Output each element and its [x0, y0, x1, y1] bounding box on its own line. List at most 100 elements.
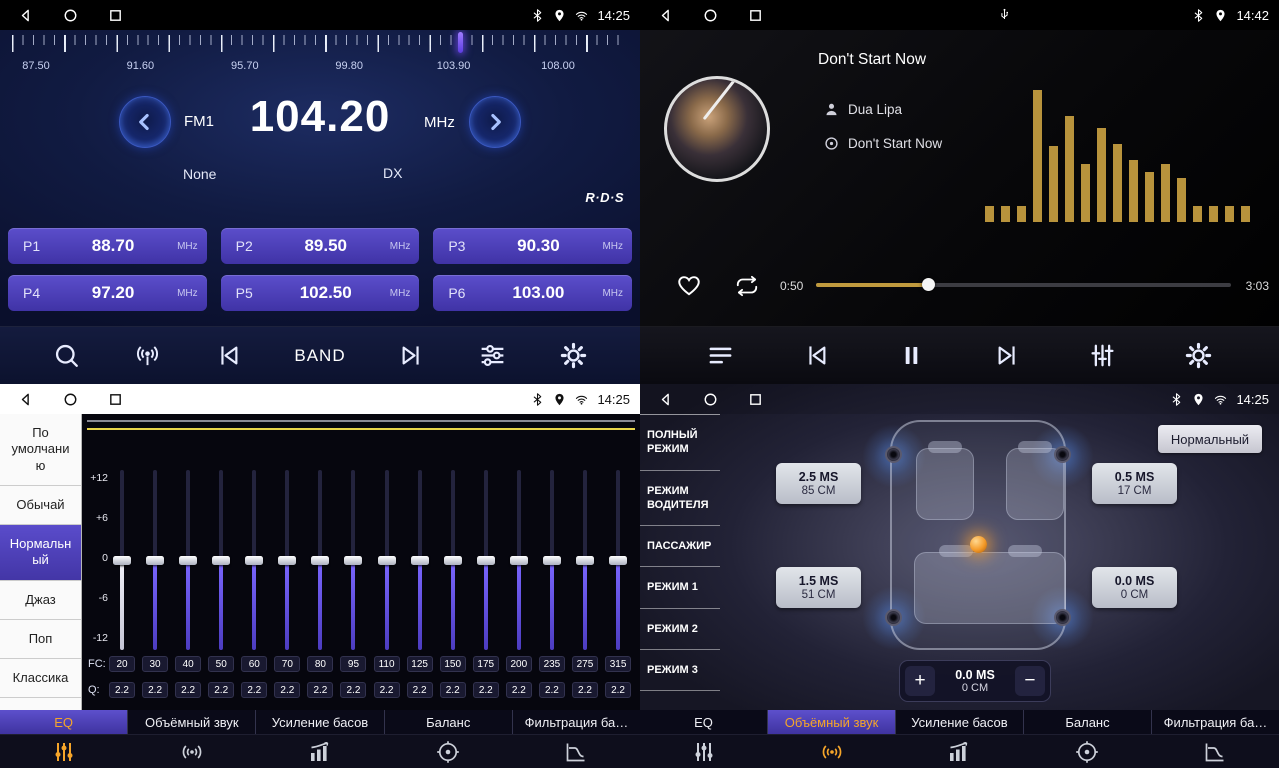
- slider-handle[interactable]: [212, 556, 230, 565]
- back-icon[interactable]: [18, 392, 33, 407]
- slider-handle[interactable]: [245, 556, 263, 565]
- tune-up-button[interactable]: [469, 96, 521, 148]
- eq-band-slider-200[interactable]: [509, 470, 529, 650]
- slider-handle[interactable]: [477, 556, 495, 565]
- favorite-heart-icon[interactable]: [676, 272, 702, 298]
- eq-preset-item-5[interactable]: Поп: [0, 620, 81, 659]
- eq-band-slider-60[interactable]: [244, 470, 264, 650]
- home-icon[interactable]: [63, 8, 78, 23]
- delay-front-left-button[interactable]: 2.5 MS 85 CM: [776, 463, 861, 504]
- tab-surround-sound[interactable]: Объёмный звук: [768, 710, 896, 734]
- seek-bar-thumb[interactable]: [922, 278, 935, 291]
- recents-icon[interactable]: [748, 392, 763, 407]
- broadcast-icon[interactable]: [133, 341, 162, 370]
- eq-preset-item-1[interactable]: По умолчанию: [0, 414, 81, 486]
- preset-button-p6[interactable]: P6103.00MHz: [433, 275, 632, 311]
- tab-filter[interactable]: Фильтрация ба…: [513, 710, 640, 734]
- balance-tab-icon[interactable]: [384, 740, 512, 764]
- eq-band-slider-315[interactable]: [608, 470, 628, 650]
- mode-item-1[interactable]: ПОЛНЫЙ РЕЖИМ: [640, 415, 720, 471]
- eq-band-slider-20[interactable]: [112, 470, 132, 650]
- frequency-ruler[interactable]: 87.5091.6095.7099.80103.90108.00: [0, 32, 640, 78]
- eq-preset-item-2[interactable]: Обычай: [0, 486, 81, 525]
- previous-track-icon[interactable]: [214, 341, 243, 370]
- tab-eq[interactable]: EQ: [640, 710, 768, 734]
- next-track-icon[interactable]: [397, 341, 426, 370]
- back-icon[interactable]: [658, 392, 673, 407]
- eq-band-slider-40[interactable]: [178, 470, 198, 650]
- filter-tab-icon[interactable]: [512, 740, 640, 764]
- slider-handle[interactable]: [576, 556, 594, 565]
- tab-balance[interactable]: Баланс: [385, 710, 513, 734]
- home-icon[interactable]: [63, 392, 78, 407]
- eq-preset-item-6[interactable]: Классика: [0, 659, 81, 698]
- eq-band-slider-125[interactable]: [410, 470, 430, 650]
- eq-band-slider-235[interactable]: [542, 470, 562, 650]
- mode-item-6[interactable]: РЕЖИМ 3: [640, 650, 720, 691]
- seek-bar[interactable]: [816, 283, 1231, 287]
- mode-item-5[interactable]: РЕЖИМ 2: [640, 609, 720, 650]
- pause-icon[interactable]: [897, 341, 926, 370]
- delay-increase-button[interactable]: +: [905, 666, 935, 696]
- home-icon[interactable]: [703, 392, 718, 407]
- mode-item-3[interactable]: ПАССАЖИР: [640, 526, 720, 567]
- preset-button-p1[interactable]: P188.70MHz: [8, 228, 207, 264]
- slider-handle[interactable]: [311, 556, 329, 565]
- mode-item-4[interactable]: РЕЖИМ 1: [640, 567, 720, 608]
- eq-band-slider-50[interactable]: [211, 470, 231, 650]
- slider-handle[interactable]: [609, 556, 627, 565]
- bass-boost-tab-icon[interactable]: [256, 740, 384, 764]
- mode-item-2[interactable]: РЕЖИМ ВОДИТЕЛЯ: [640, 471, 720, 527]
- surround-sound-tab-icon[interactable]: [128, 740, 256, 764]
- balance-tab-icon[interactable]: [1023, 740, 1151, 764]
- eq-preset-item-4[interactable]: Джаз: [0, 581, 81, 620]
- preset-button-p4[interactable]: P497.20MHz: [8, 275, 207, 311]
- eq-band-slider-70[interactable]: [277, 470, 297, 650]
- slider-handle[interactable]: [543, 556, 561, 565]
- settings-gear-icon[interactable]: [559, 341, 588, 370]
- delay-rear-right-button[interactable]: 0.0 MS 0 CM: [1092, 567, 1177, 608]
- listening-position-marker[interactable]: [970, 536, 987, 553]
- tab-filter[interactable]: Фильтрация ба…: [1152, 710, 1279, 734]
- band-button[interactable]: BAND: [294, 346, 345, 366]
- slider-handle[interactable]: [378, 556, 396, 565]
- back-icon[interactable]: [18, 8, 33, 23]
- eq-tab-icon[interactable]: [0, 740, 128, 764]
- recents-icon[interactable]: [108, 392, 123, 407]
- home-icon[interactable]: [703, 8, 718, 23]
- delay-rear-left-button[interactable]: 1.5 MS 51 CM: [776, 567, 861, 608]
- slider-handle[interactable]: [344, 556, 362, 565]
- eq-band-slider-95[interactable]: [343, 470, 363, 650]
- preset-button-p3[interactable]: P390.30MHz: [433, 228, 632, 264]
- profile-button[interactable]: Нормальный: [1158, 425, 1262, 453]
- eq-tab-icon[interactable]: [640, 740, 768, 764]
- recents-icon[interactable]: [748, 8, 763, 23]
- settings-gear-icon[interactable]: [1184, 341, 1213, 370]
- filter-tab-icon[interactable]: [1151, 740, 1279, 764]
- eq-band-slider-80[interactable]: [310, 470, 330, 650]
- eq-band-slider-275[interactable]: [575, 470, 595, 650]
- eq-preset-item-3[interactable]: Нормальный: [0, 525, 81, 581]
- slider-handle[interactable]: [444, 556, 462, 565]
- delay-decrease-button[interactable]: −: [1015, 666, 1045, 696]
- next-track-icon[interactable]: [993, 341, 1022, 370]
- preset-button-p2[interactable]: P289.50MHz: [221, 228, 420, 264]
- bass-boost-tab-icon[interactable]: [896, 740, 1024, 764]
- slider-handle[interactable]: [179, 556, 197, 565]
- preset-button-p5[interactable]: P5102.50MHz: [221, 275, 420, 311]
- slider-handle[interactable]: [278, 556, 296, 565]
- slider-handle[interactable]: [411, 556, 429, 565]
- playlist-icon[interactable]: [706, 341, 735, 370]
- tab-bass-boost[interactable]: Усиление басов: [256, 710, 384, 734]
- audio-sliders-icon[interactable]: [478, 341, 507, 370]
- delay-front-right-button[interactable]: 0.5 MS 17 CM: [1092, 463, 1177, 504]
- eq-band-slider-30[interactable]: [145, 470, 165, 650]
- surround-sound-tab-icon[interactable]: [768, 740, 896, 764]
- tune-down-button[interactable]: [119, 96, 171, 148]
- back-icon[interactable]: [658, 8, 673, 23]
- slider-handle[interactable]: [146, 556, 164, 565]
- tab-balance[interactable]: Баланс: [1024, 710, 1152, 734]
- tab-bass-boost[interactable]: Усиление басов: [896, 710, 1024, 734]
- recents-icon[interactable]: [108, 8, 123, 23]
- slider-handle[interactable]: [113, 556, 131, 565]
